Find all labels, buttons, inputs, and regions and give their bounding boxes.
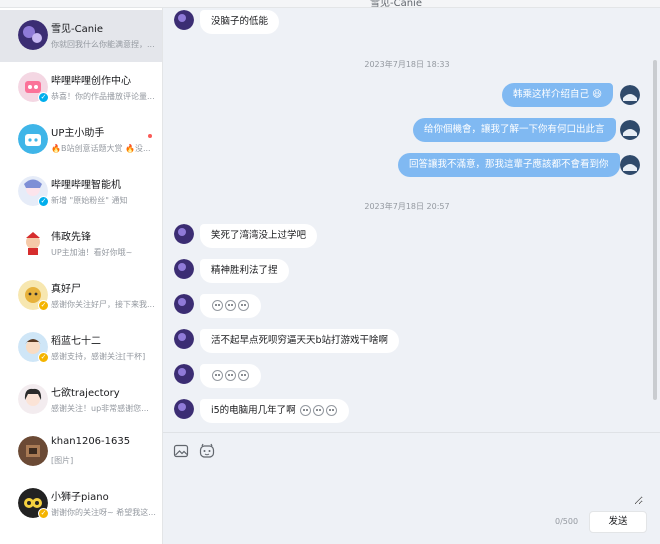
conversation-item[interactable]: ✓ 哔哩哔哩智能机 新增 "原始粉丝" 通知 [0, 166, 162, 218]
sticker-emoji-icon [299, 405, 311, 416]
emoji-icon[interactable] [199, 443, 215, 459]
message-text: i5的电脑用几年了啊 [211, 405, 296, 416]
sticker-emoji-icon [325, 405, 337, 416]
message-input[interactable] [173, 465, 643, 505]
message-text: 回答讓我不滿意，那我這輩子應該都不會看到你 [409, 159, 609, 170]
conversation-item[interactable]: ✓ 真好尸 感谢你关注好尸，接下来我... [0, 270, 162, 322]
sticker-emoji-icon [212, 370, 223, 381]
conversation-item[interactable]: ✓ 稻蓝七十二 感谢支持，感谢关注[干杯] [0, 322, 162, 374]
sticker-emoji-icon [225, 300, 236, 311]
conversation-name: 七欲trajectory [51, 388, 120, 399]
verified-badge-icon: ✓ [38, 92, 49, 103]
cartoon-kid-avatar-icon [18, 228, 48, 258]
message-text: 笑死了湾湾没上过学吧 [211, 230, 307, 241]
send-button[interactable]: 发送 [589, 511, 647, 533]
conversation-name: 雪见-Canie [51, 24, 103, 35]
sticker-emoji-icon [238, 370, 249, 381]
verified-badge-icon: ✓ [38, 352, 49, 363]
composer-area: 0/500 发送 [163, 432, 660, 544]
conversation-preview: 谢谢你的关注呀~ 希望我这... [51, 508, 156, 517]
sender-avatar-icon[interactable] [174, 10, 194, 30]
outgoing-message[interactable]: 韩乘这样介绍自己 😆 [502, 83, 613, 107]
conversation-name: 伟政先锋 [51, 232, 91, 243]
incoming-message[interactable]: 活不起早点死呗穷逼天天b站打游戏干啥啊 [200, 329, 400, 353]
sender-avatar-icon[interactable] [174, 364, 194, 384]
incoming-message[interactable]: 没脑子的低能 [200, 10, 280, 34]
photo-avatar-icon [18, 436, 48, 466]
self-avatar-icon[interactable] [620, 155, 640, 175]
conversation-name: 小狮子piano [51, 492, 109, 503]
close-icon[interactable] [642, 0, 650, 4]
image-icon[interactable] [173, 443, 189, 459]
incoming-message[interactable]: 笑死了湾湾没上过学吧 [200, 224, 318, 248]
conversation-name: khan1206-1635 [51, 436, 131, 447]
laughing-emoji-icon: 😆 [592, 89, 602, 100]
conversation-name: 哔哩哔哩智能机 [51, 180, 121, 191]
incoming-message[interactable]: 精神胜利法了捏 [200, 259, 289, 283]
conversation-preview: 你就回我什么你能满意捏，... [51, 40, 155, 49]
message-text: 介绍自己 [551, 89, 590, 100]
conversation-name: 哔哩哔哩创作中心 [51, 76, 131, 87]
conversation-item[interactable]: UP主小助手 🔥B站创意话题大赏 🔥没... [0, 114, 162, 166]
message-text: 精神胜利法了捏 [211, 265, 278, 276]
anime-girl-avatar-icon [18, 384, 48, 414]
sender-avatar-icon[interactable] [174, 329, 194, 349]
conversation-name: 稻蓝七十二 [51, 336, 101, 347]
unread-dot [148, 134, 152, 138]
conversation-list: 雪见-Canie 你就回我什么你能满意捏，... ✓ 哔哩哔哩创作中心 恭喜！你… [0, 8, 163, 544]
conversation-preview: UP主加油！看好你哦~ [51, 248, 133, 257]
message-timestamp: 2023年7月18日 20:57 [364, 202, 450, 211]
verified-badge-icon: ✓ [38, 300, 49, 311]
sender-avatar-icon[interactable] [174, 259, 194, 279]
chat-scrollbar[interactable] [653, 60, 657, 400]
conversation-item[interactable]: ✓ 小狮子piano 谢谢你的关注呀~ 希望我这... [0, 478, 162, 530]
incoming-message[interactable] [200, 364, 261, 388]
conversation-item[interactable]: 雪见-Canie 你就回我什么你能满意捏，... [0, 10, 162, 62]
tv-mascot-avatar-icon [18, 124, 48, 154]
conversation-preview: 感谢支持，感谢关注[干杯] [51, 352, 146, 361]
sender-avatar-icon[interactable] [174, 224, 194, 244]
incoming-message[interactable] [200, 294, 261, 318]
sticker-emoji-icon [312, 405, 324, 416]
title-bar: 雪见-Canie [0, 0, 660, 9]
conversation-preview: [图片] [51, 456, 74, 465]
self-avatar-icon[interactable] [620, 120, 640, 140]
message-text: 没脑子的低能 [211, 16, 269, 27]
message-timestamp: 2023年7月18日 18:33 [364, 60, 450, 69]
conversation-name: UP主小助手 [51, 128, 105, 139]
incoming-message[interactable]: i5的电脑用几年了啊 [200, 399, 349, 423]
self-avatar-icon[interactable] [620, 85, 640, 105]
conversation-preview: 新增 "原始粉丝" 通知 [51, 196, 128, 205]
outgoing-message[interactable]: 给你個機會，讓我了解一下你有何口出此言 [413, 118, 616, 142]
conversation-item[interactable]: 七欲trajectory 感谢关注！up非常感谢您... [0, 374, 162, 426]
outgoing-message[interactable]: 回答讓我不滿意，那我這輩子應該都不會看到你 [398, 153, 620, 177]
message-text-prefix: 韩乘这样 [513, 89, 552, 100]
conversation-preview: 感谢你关注好尸，接下来我... [51, 300, 155, 309]
conversation-item[interactable]: 伟政先锋 UP主加油！看好你哦~ [0, 218, 162, 270]
sticker-emoji-icon [212, 300, 223, 311]
conversation-preview: 恭喜！你的作品播放评论量... [51, 92, 155, 101]
conversation-preview: 感谢关注！up非常感谢您... [51, 404, 149, 413]
verified-badge-icon: ✓ [38, 196, 49, 207]
sender-avatar-icon[interactable] [174, 399, 194, 419]
sender-avatar-icon[interactable] [174, 294, 194, 314]
message-panel: 没脑子的低能 2023年7月18日 18:33 韩乘这样介绍自己 😆 给你個機會… [163, 8, 660, 432]
conversation-item[interactable]: khan1206-1635 [图片] [0, 426, 162, 478]
verified-badge-icon: ✓ [38, 508, 49, 519]
sticker-emoji-icon [238, 300, 249, 311]
sticker-emoji-icon [225, 370, 236, 381]
message-text: 活不起早点死呗穷逼天天b站打游戏干啥啊 [211, 335, 389, 346]
purple-avatar-icon [18, 20, 48, 50]
conversation-preview: 🔥B站创意话题大赏 🔥没... [51, 144, 151, 153]
conversation-item[interactable]: ✓ 哔哩哔哩创作中心 恭喜！你的作品播放评论量... [0, 62, 162, 114]
conversation-name: 真好尸 [51, 284, 81, 295]
message-text: 给你個機會，讓我了解一下你有何口出此言 [424, 124, 605, 135]
char-counter: 0/500 [555, 517, 579, 526]
